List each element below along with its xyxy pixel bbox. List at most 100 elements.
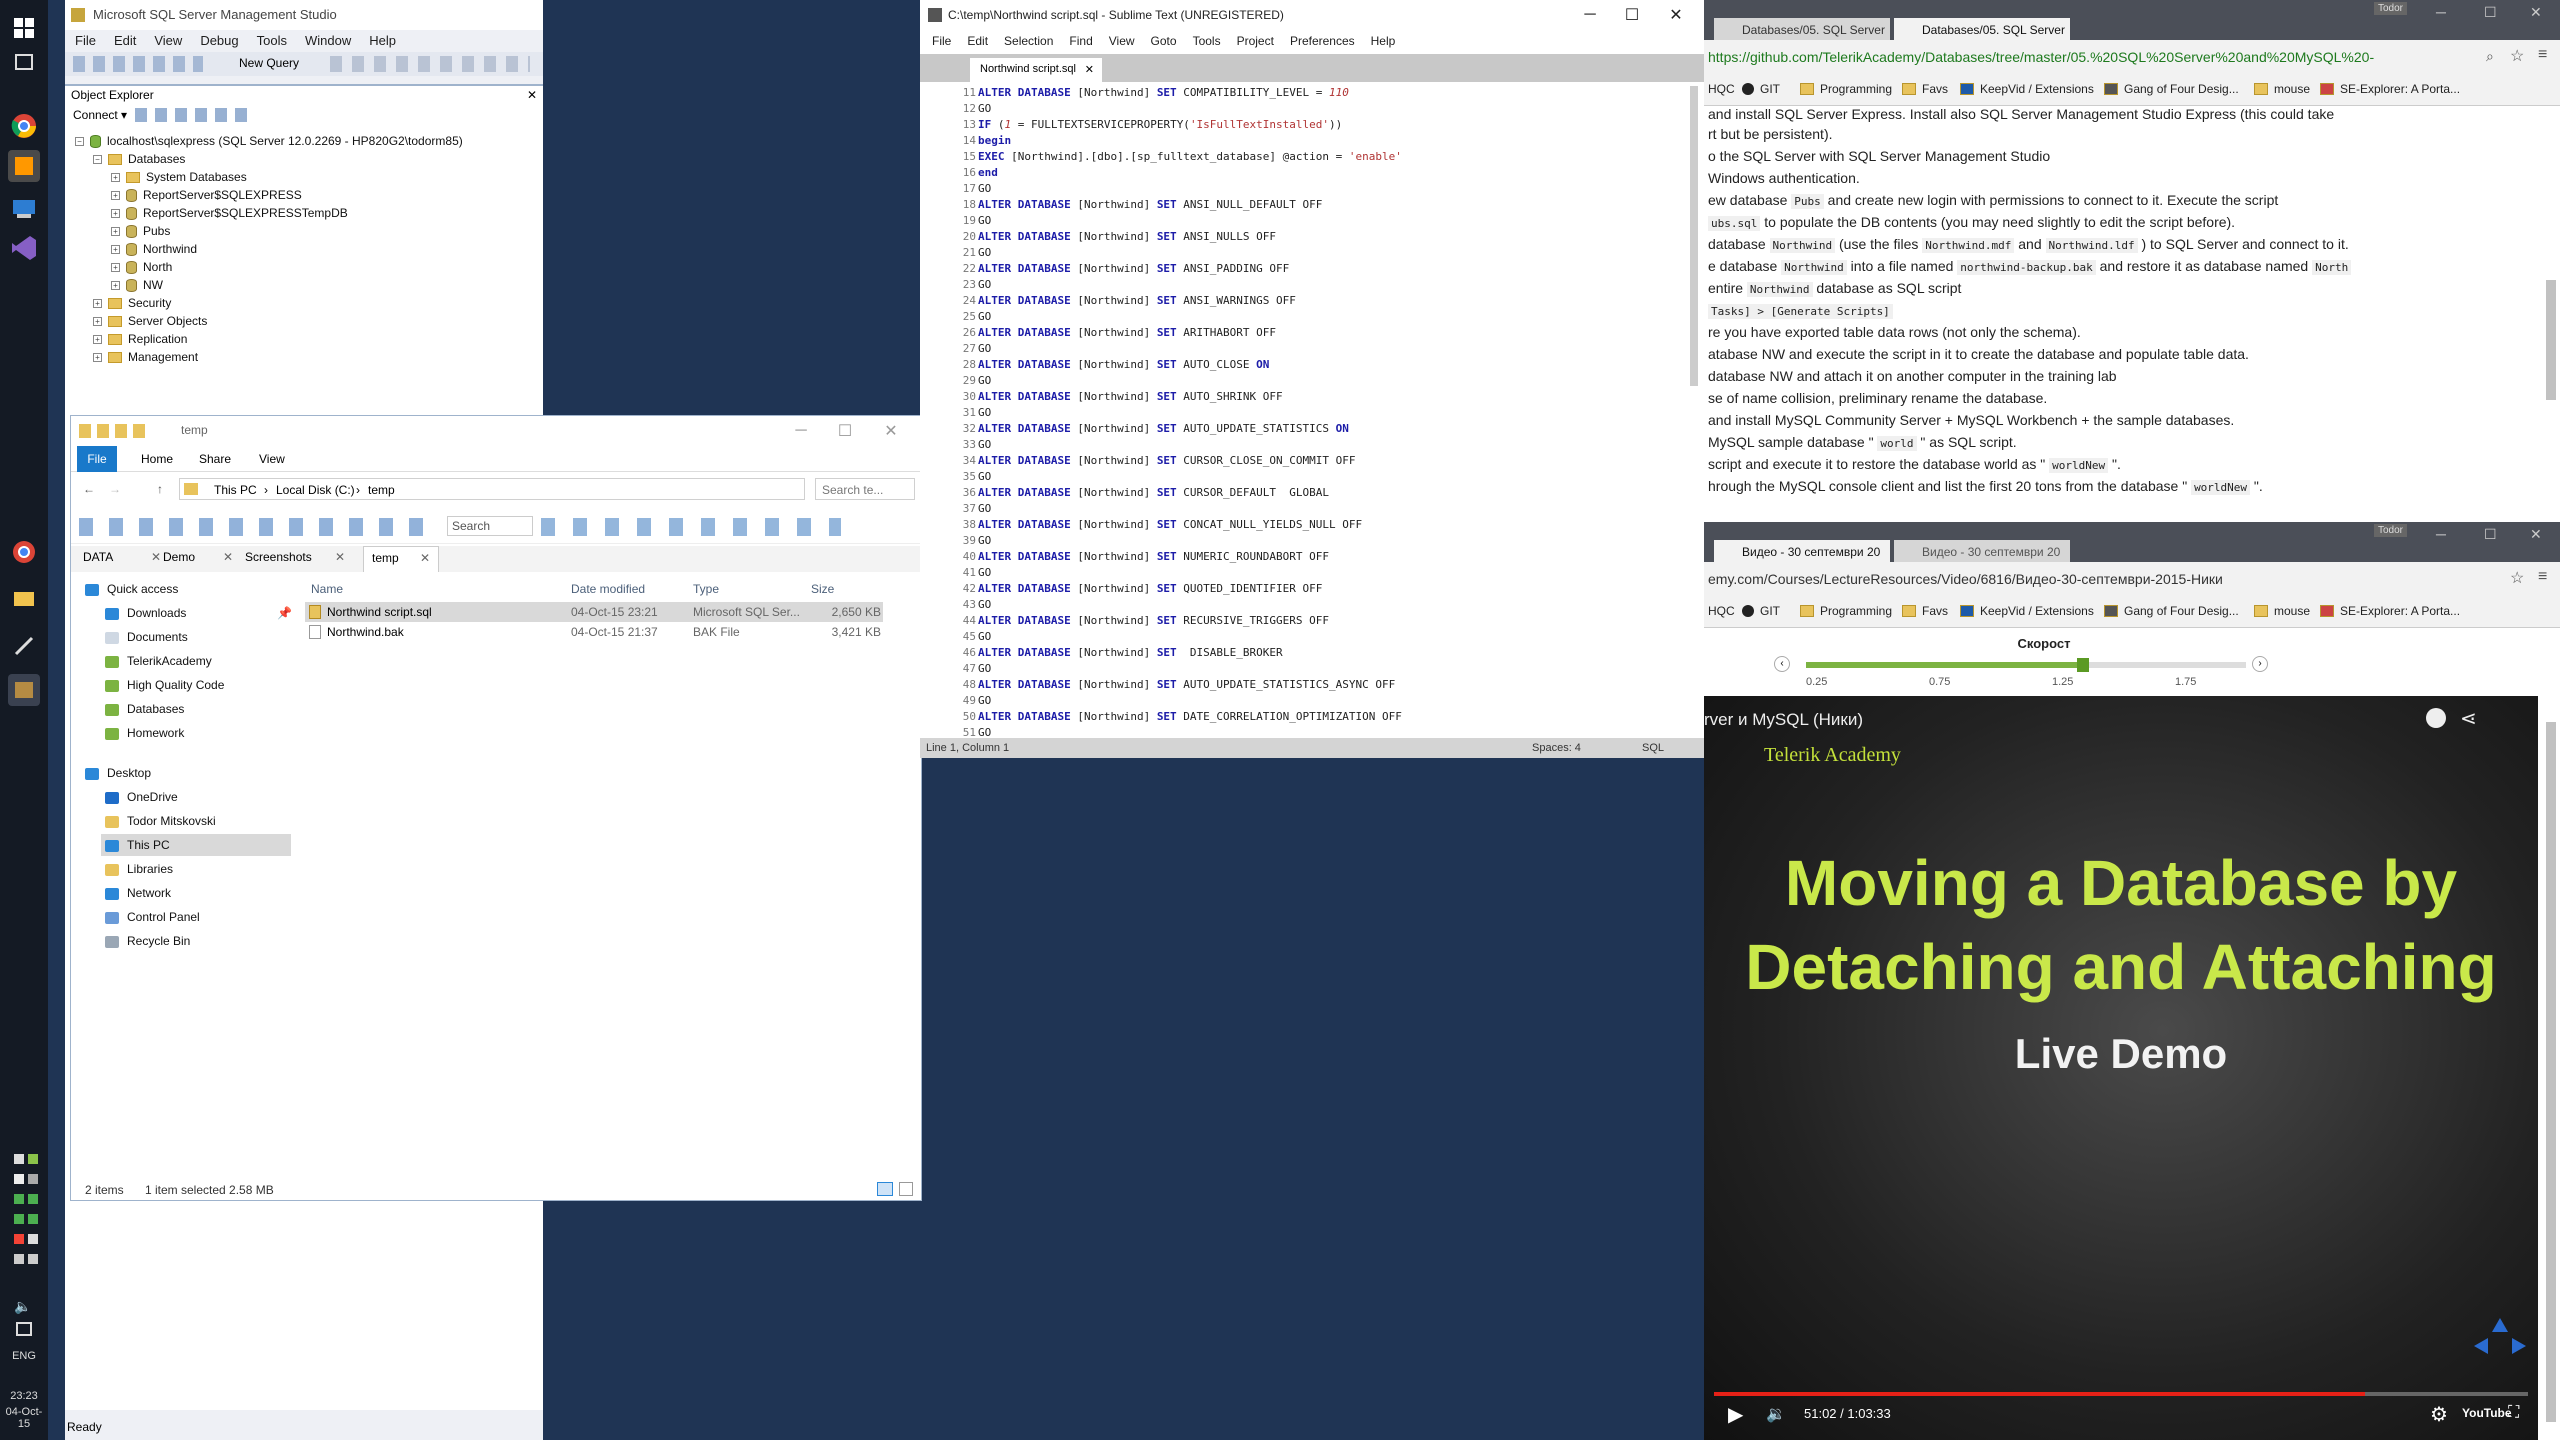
slide-nav-icon[interactable] (2470, 1316, 2530, 1366)
breadcrumb-localdisk[interactable]: Local Disk (C:) (276, 483, 355, 497)
nav-control-panel[interactable]: Control Panel (105, 910, 200, 924)
ribbon-tab-view[interactable]: View (259, 452, 285, 466)
sublime-menu-help[interactable]: Help (1371, 30, 1396, 52)
ssms-menu-tools[interactable]: Tools (257, 30, 287, 52)
bookmark-programming[interactable]: Programming (1800, 82, 1892, 96)
video-progress-track[interactable] (1714, 1392, 2528, 1396)
bookmark-favs[interactable]: Favs (1902, 604, 1948, 618)
breadcrumb-temp[interactable]: temp (368, 483, 395, 497)
nav-homework[interactable]: Homework (105, 726, 184, 740)
chrome2-scrollbar[interactable] (2546, 722, 2556, 1422)
chrome2-tab-2[interactable]: Видео - 30 септември 20 (1894, 540, 2070, 564)
tree-server-objects[interactable]: + Server Objects (93, 312, 207, 330)
connect-button[interactable]: Connect ▾ (73, 108, 127, 122)
speed-slider-knob[interactable] (2077, 658, 2090, 672)
sublime-close-icon[interactable]: ✕ (1646, 0, 1704, 30)
nav-databases[interactable]: Databases (105, 702, 184, 716)
chrome1-menu-icon[interactable]: ≡ (2538, 46, 2547, 64)
ssms-menu-debug[interactable]: Debug (200, 30, 238, 52)
sublime-scrollbar[interactable] (1690, 86, 1698, 386)
chrome1-scrollbar[interactable] (2546, 280, 2556, 400)
chrome1-tab-2[interactable]: Databases/05. SQL Server (1894, 18, 2070, 42)
bookmark-keepvid[interactable]: KeepVid / Extensions (1960, 604, 2094, 618)
chrome2-star-icon[interactable]: ☆ (2510, 568, 2524, 588)
table-row[interactable]: Northwind.bak 04-Oct-15 21:37 BAK File 3… (305, 622, 883, 642)
settings-icon[interactable]: ⚙ (2430, 1402, 2448, 1427)
sublime-menu-tools[interactable]: Tools (1193, 30, 1221, 52)
bookmark-se-explorer[interactable]: SE-Explorer: A Porta... (2320, 604, 2460, 618)
bookmark-favs[interactable]: Favs (1902, 82, 1948, 96)
nav-network[interactable]: Network (105, 886, 171, 900)
ssms-menu-window[interactable]: Window (305, 30, 351, 52)
speed-next-icon[interactable]: › (2252, 656, 2268, 672)
table-row[interactable]: Northwind script.sql 04-Oct-15 23:21 Mic… (305, 602, 883, 622)
tree-pubs[interactable]: + Pubs (111, 222, 170, 240)
chrome1-user-badge[interactable]: Todor (2374, 2, 2408, 15)
ssms-menu-file[interactable]: File (75, 30, 96, 52)
details-view-icon[interactable] (877, 1182, 893, 1196)
tree-replication[interactable]: + Replication (93, 330, 187, 348)
start-icon[interactable] (8, 12, 40, 44)
chrome1-maximize-icon[interactable]: ☐ (2484, 4, 2497, 21)
bookmark-mouse[interactable]: mouse (2254, 82, 2310, 96)
tree-reportserver[interactable]: + ReportServer$SQLEXPRESS (111, 186, 302, 204)
chrome-icon-2[interactable] (8, 536, 40, 568)
chrome2-menu-icon[interactable]: ≡ (2538, 568, 2547, 586)
chrome1-close-icon[interactable]: ✕ (2530, 4, 2542, 21)
column-header-size[interactable]: Size (811, 582, 834, 596)
tree-server[interactable]: − localhost\sqlexpress (SQL Server 12.0.2… (75, 132, 463, 150)
oe-toolbar-icons[interactable] (135, 108, 255, 122)
sublime-tab[interactable]: Northwind script.sql ✕ (970, 58, 1102, 82)
nav-desktop[interactable]: Desktop (85, 766, 151, 780)
nav-libraries[interactable]: Libraries (105, 862, 173, 876)
explorer-toolbar-search[interactable]: Search (447, 516, 533, 536)
ssms-menu-view[interactable]: View (154, 30, 182, 52)
tree-databases[interactable]: − Databases (93, 150, 185, 168)
bookmark-git[interactable]: GIT (1742, 604, 1780, 618)
fullscreen-icon[interactable]: ⛶ (2508, 1404, 2519, 1422)
nav-thispc[interactable]: This PC (105, 838, 170, 852)
bookmark-hqc[interactable]: HQC (1708, 82, 1735, 96)
ribbon-tab-file[interactable]: File (77, 446, 117, 472)
chrome1-search-icon[interactable]: ⌕ (2486, 48, 2494, 65)
sublime-menu-project[interactable]: Project (1237, 30, 1274, 52)
nav-user[interactable]: Todor Mitskovski (105, 814, 216, 828)
tree-security[interactable]: + Security (93, 294, 171, 312)
play-icon[interactable]: ▶ (1728, 1402, 1743, 1427)
tray-time[interactable]: 23:23 (4, 1390, 44, 1402)
chrome2-user-badge[interactable]: Todor (2374, 524, 2408, 537)
sublime-tab-close-icon[interactable]: ✕ (1085, 63, 1094, 76)
explorer-toolbar-icons-2[interactable] (541, 518, 841, 536)
sublime-menu-find[interactable]: Find (1069, 30, 1092, 52)
chrome2-close-icon[interactable]: ✕ (2530, 526, 2542, 543)
up-arrow-icon[interactable]: ↑ (157, 482, 163, 496)
bookmark-se-explorer[interactable]: SE-Explorer: A Porta... (2320, 82, 2460, 96)
back-arrow-icon[interactable]: ← (83, 482, 95, 496)
sublime-menu-preferences[interactable]: Preferences (1290, 30, 1355, 52)
sublime-menu-edit[interactable]: Edit (967, 30, 988, 52)
ssms-toolbar-icons-2[interactable] (330, 56, 530, 72)
nav-onedrive[interactable]: OneDrive (105, 790, 178, 804)
nav-telerik[interactable]: TelerikAcademy (105, 654, 212, 668)
explorer-toolbar-icons[interactable] (79, 518, 439, 536)
address-bar[interactable]: This PC › Local Disk (C:) › temp (179, 478, 805, 500)
explorer-qat-icons[interactable] (79, 424, 149, 438)
tree-management[interactable]: + Management (93, 348, 198, 366)
speed-prev-icon[interactable]: ‹ (1774, 656, 1790, 672)
explorer-search-field[interactable]: Search te... (815, 478, 915, 500)
ssms-menu-edit[interactable]: Edit (114, 30, 136, 52)
chrome1-star-icon[interactable]: ☆ (2510, 46, 2524, 66)
chrome2-maximize-icon[interactable]: ☐ (2484, 526, 2497, 543)
nav-downloads[interactable]: Downloads 📌 (105, 606, 292, 620)
chrome1-url-bar[interactable]: https://github.com/TelerikAcademy/Databa… (1704, 46, 2480, 70)
volume-icon[interactable]: 🔉 (1766, 1404, 1786, 1424)
nav-documents[interactable]: Documents (105, 630, 188, 644)
tool-icon[interactable] (8, 630, 40, 662)
tree-northwind[interactable]: + Northwind (111, 240, 197, 258)
chrome1-tab-1[interactable]: Databases/05. SQL Server (1714, 18, 1890, 42)
file-explorer-icon[interactable] (8, 582, 40, 614)
sublime-icon[interactable] (8, 150, 40, 182)
ssms-toolbar-icons[interactable] (73, 56, 203, 72)
active-app-icon[interactable] (8, 674, 40, 706)
chrome1-minimize-icon[interactable]: ─ (2436, 4, 2446, 20)
